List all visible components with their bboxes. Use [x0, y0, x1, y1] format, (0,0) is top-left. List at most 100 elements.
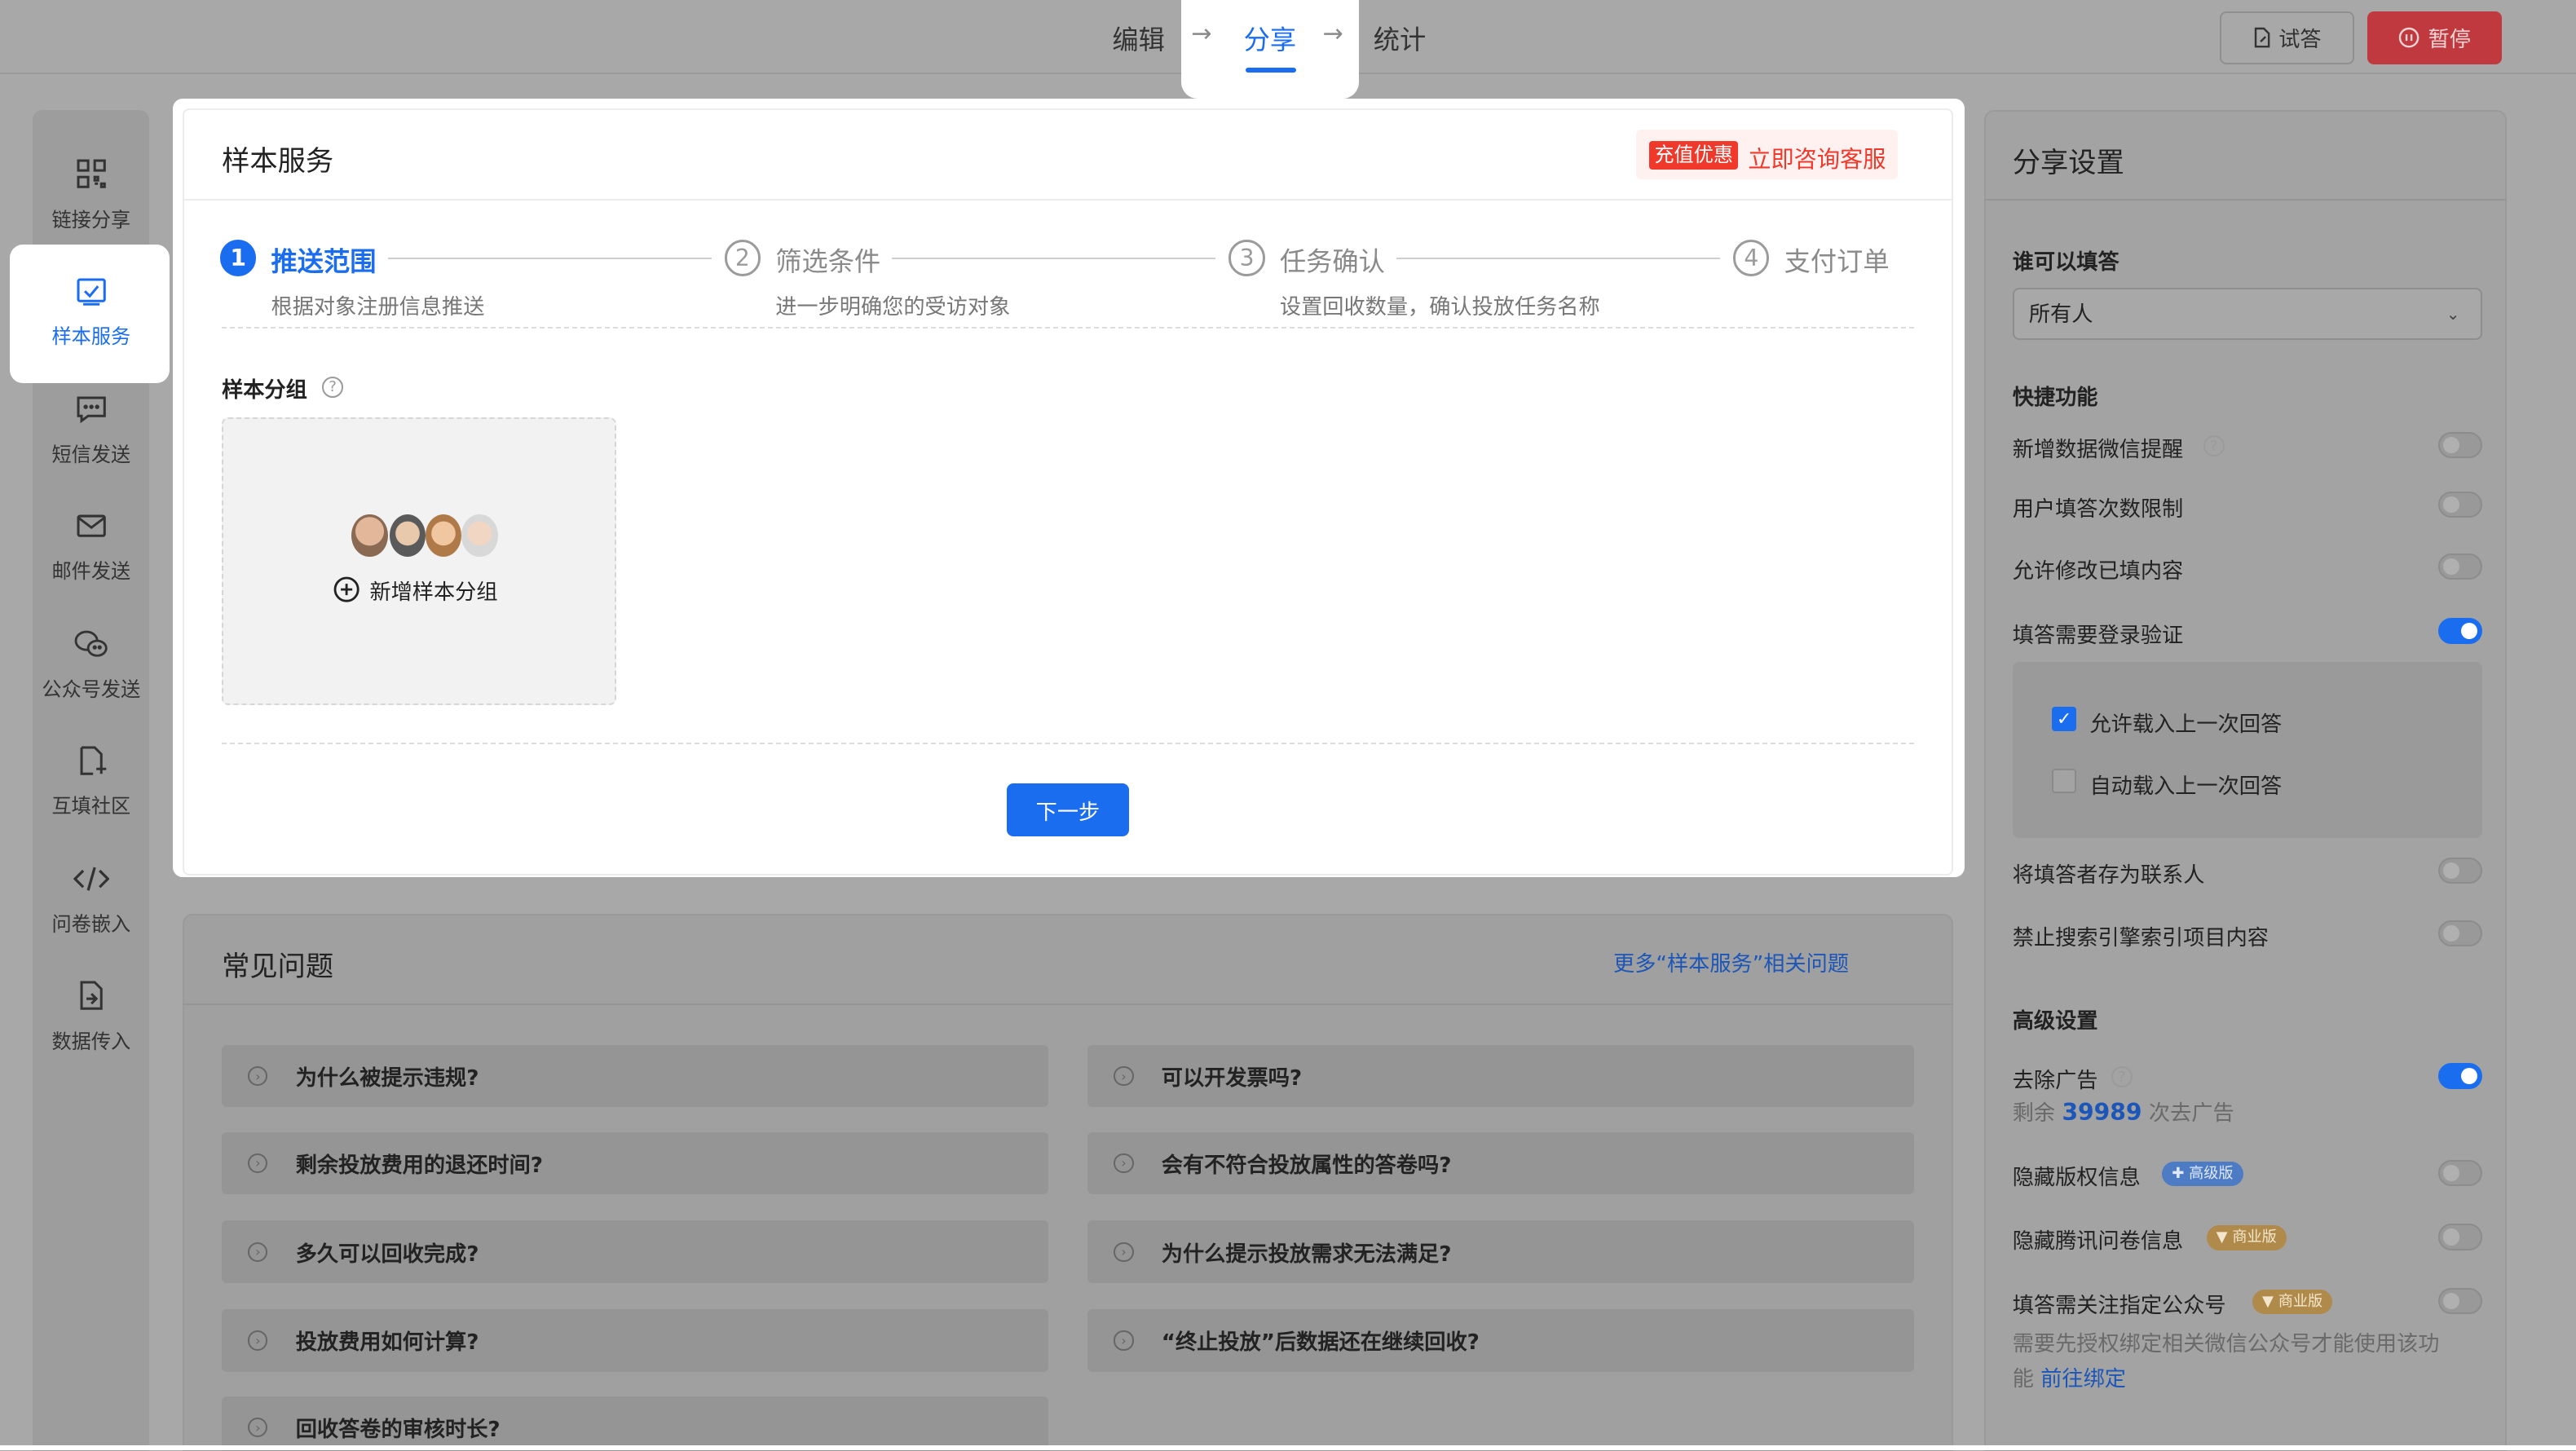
allow-load-last-checkbox[interactable]: ✓: [2052, 706, 2077, 731]
ads-remaining: 剩余 39989 次去广告: [2013, 1096, 2234, 1127]
arrow-right-icon: →: [1322, 20, 1343, 49]
no-index-toggle[interactable]: [2437, 920, 2483, 946]
bind-account-link[interactable]: 前往绑定: [2040, 1367, 2126, 1391]
sidebar-item-sms[interactable]: 短信发送: [33, 383, 149, 495]
share-settings-title: 分享设置: [2012, 147, 2124, 180]
faq-item[interactable]: › “终止投放”后数据还在继续回收?: [1087, 1309, 1914, 1372]
code-icon: [73, 867, 109, 891]
pro-badge: ✚ 高级版: [2162, 1161, 2243, 1187]
follow-account-label: 填答需关注指定公众号: [2012, 1293, 2226, 1318]
help-icon[interactable]: ?: [2309, 772, 2331, 794]
sidebar-item-email[interactable]: 邮件发送: [33, 500, 149, 611]
auto-load-last-checkbox[interactable]: [2052, 769, 2077, 794]
remove-ads-toggle[interactable]: [2437, 1062, 2483, 1090]
answer-limit-toggle[interactable]: [2437, 491, 2483, 518]
advanced-settings-label: 高级设置: [2012, 1009, 2098, 1034]
avatar: [461, 514, 498, 558]
login-required-toggle[interactable]: [2437, 617, 2483, 644]
try-answer-label: 试答: [2278, 28, 2322, 53]
business-badge: ▼ 商业版: [2206, 1225, 2287, 1250]
save-contact-label: 将填答者存为联系人: [2012, 862, 2205, 888]
who-can-answer-label: 谁可以填答: [2012, 250, 2119, 276]
divider: [1984, 198, 2508, 201]
pause-button[interactable]: 暂停: [2367, 11, 2503, 64]
arrow-circle-icon: ›: [248, 1153, 268, 1173]
ads-suffix: 次去广告: [2148, 1101, 2234, 1127]
help-icon[interactable]: ?: [2309, 709, 2331, 731]
faq-more-link[interactable]: 更多“样本服务”相关问题: [1613, 946, 1849, 977]
sms-icon: [77, 396, 106, 423]
step-desc: 根据对象注册信息推送: [271, 294, 485, 320]
step-desc: 进一步明确您的受访对象: [775, 294, 1011, 320]
faq-item-text: 为什么被提示违规?: [295, 1066, 479, 1091]
faq-item[interactable]: › 会有不符合投放属性的答卷吗?: [1087, 1131, 1914, 1195]
login-required-label: 填答需要登录验证: [2012, 623, 2184, 648]
arrow-circle-icon: ›: [248, 1418, 268, 1438]
tab-share[interactable]: 分享: [1244, 20, 1296, 57]
help-icon[interactable]: ?: [2203, 435, 2225, 457]
faq-item-text: “终止投放”后数据还在继续回收?: [1161, 1330, 1480, 1356]
promo-link[interactable]: 立即咨询客服: [1748, 141, 1886, 174]
save-contact-toggle[interactable]: [2437, 857, 2483, 884]
remove-ads-label: 去除广告: [2012, 1068, 2098, 1093]
faq-item[interactable]: › 为什么提示投放需求无法满足?: [1087, 1220, 1914, 1283]
arrow-circle-icon: ›: [1114, 1065, 1134, 1087]
add-sample-group-card[interactable]: [222, 417, 616, 705]
community-icon: [80, 746, 106, 775]
allow-edit-toggle[interactable]: [2437, 553, 2483, 580]
sidebar-item-embed[interactable]: 问卷嵌入: [33, 853, 149, 964]
step-connector: [1396, 258, 1720, 260]
no-index-label: 禁止搜索引擎索引项目内容: [2012, 925, 2269, 950]
faq-item-text: 可以开发票吗?: [1161, 1066, 1303, 1091]
who-can-answer-select[interactable]: 所有人: [2012, 287, 2483, 341]
faq-item[interactable]: › 投放费用如何计算?: [222, 1309, 1048, 1372]
allow-load-last-label: 允许载入上一次回答: [2089, 712, 2283, 737]
card-title: 样本服务: [222, 145, 334, 179]
wechat-icon: [74, 630, 108, 657]
hide-tencent-toggle[interactable]: [2437, 1224, 2483, 1250]
tab-share-underline: [1245, 67, 1297, 73]
faq-item-text: 回收答卷的审核时长?: [295, 1418, 501, 1443]
sidebar-item-data-import[interactable]: 数据传入: [33, 969, 149, 1081]
sidebar-item-community[interactable]: 互填社区: [33, 734, 149, 846]
faq-item[interactable]: › 回收答卷的审核时长?: [222, 1396, 1048, 1451]
sidebar-item-sample-service[interactable]: 样本服务: [33, 264, 149, 376]
tab-edit[interactable]: 编辑: [1112, 20, 1164, 57]
faq-item[interactable]: › 剩余投放费用的退还时间?: [222, 1131, 1048, 1195]
next-step-button[interactable]: 下一步: [1007, 783, 1129, 836]
faq-item-text: 多久可以回收完成?: [295, 1242, 479, 1267]
faq-item[interactable]: › 可以开发票吗?: [1087, 1044, 1914, 1108]
help-icon[interactable]: ?: [321, 376, 344, 398]
hide-copyright-toggle[interactable]: [2437, 1159, 2483, 1187]
tab-stats[interactable]: 统计: [1374, 20, 1426, 57]
help-icon[interactable]: ?: [2111, 1065, 2133, 1088]
try-answer-button[interactable]: 试答: [2219, 11, 2354, 64]
quick-features-label: 快捷功能: [2012, 385, 2098, 410]
faq-item[interactable]: › 多久可以回收完成?: [222, 1220, 1048, 1283]
pause-label: 暂停: [2428, 28, 2471, 53]
sidebar-item-label: 样本服务: [51, 324, 131, 348]
step-number: 2: [724, 240, 761, 276]
faq-item[interactable]: › 为什么被提示违规?: [222, 1044, 1048, 1108]
divider: [182, 1003, 1954, 1006]
file-edit-icon: [2254, 28, 2270, 48]
checkbox-icon: [77, 278, 106, 306]
step-title: 任务确认: [1279, 246, 1385, 278]
arrow-circle-icon: ›: [1114, 1242, 1134, 1262]
follow-account-note: 需要先授权绑定相关微信公众号才能使用该功能 前往绑定: [2013, 1327, 2440, 1396]
avatar: [351, 514, 388, 558]
arrow-circle-icon: ›: [1114, 1153, 1134, 1173]
faq-title: 常见问题: [222, 950, 334, 983]
ads-prefix: 剩余: [2012, 1101, 2056, 1127]
add-sample-group-label[interactable]: 新增样本分组: [369, 575, 497, 606]
bottom-edge: [0, 1445, 2576, 1451]
chevron-down-icon: ⌄: [2446, 303, 2460, 324]
plus-circle-icon: [333, 576, 359, 609]
follow-account-toggle[interactable]: [2437, 1287, 2483, 1315]
allow-edit-label: 允许修改已填内容: [2012, 559, 2184, 584]
sidebar-item-link-share[interactable]: 链接分享: [33, 148, 149, 259]
wechat-reminder-toggle[interactable]: [2437, 432, 2483, 459]
sidebar-item-wechat[interactable]: 公众号发送: [33, 618, 149, 730]
login-sub-options: [2012, 662, 2483, 838]
sidebar-item-label: 互填社区: [51, 795, 131, 818]
